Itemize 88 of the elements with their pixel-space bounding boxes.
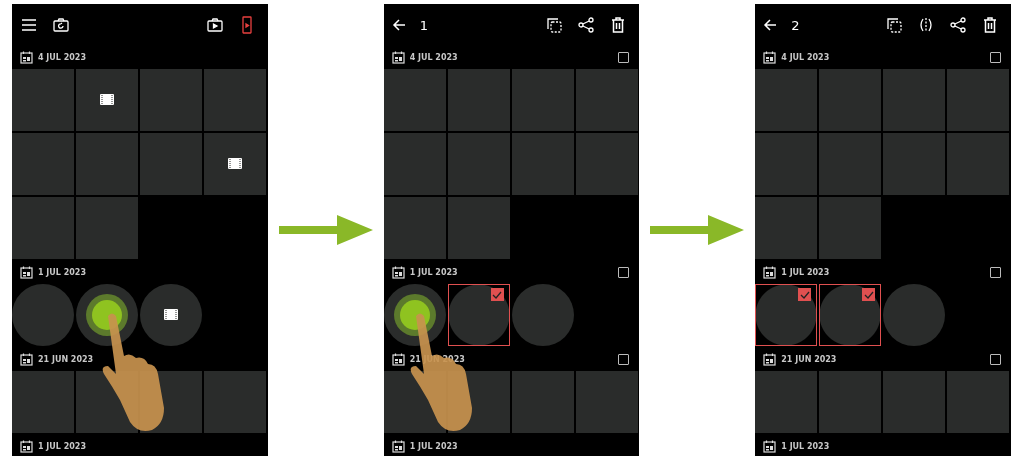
photo-thumbnail[interactable] — [755, 371, 818, 433]
video-camera-icon[interactable] — [205, 16, 224, 34]
photo-thumbnail[interactable] — [947, 69, 1010, 131]
calendar-icon — [763, 51, 777, 64]
date-label: 21 JUN 2023 — [38, 354, 94, 365]
photo-thumbnail[interactable] — [883, 371, 946, 433]
calendar-icon — [763, 440, 777, 453]
calendar-icon — [391, 440, 405, 453]
circular-thumbnail[interactable] — [755, 284, 818, 346]
date-label: 1 JUL 2023 — [781, 441, 830, 452]
calendar-icon — [391, 266, 405, 279]
circular-thumbnail[interactable] — [447, 284, 510, 346]
date-label: 1 JUL 2023 — [409, 441, 458, 452]
photo-thumbnail[interactable] — [511, 69, 574, 131]
share-icon[interactable] — [949, 16, 968, 34]
back-icon[interactable] — [391, 19, 406, 31]
photo-thumbnail[interactable] — [383, 197, 446, 259]
arrow-icon — [650, 215, 745, 245]
check-badge — [798, 288, 812, 301]
photo-thumbnail[interactable] — [12, 69, 74, 131]
calendar-icon — [20, 266, 33, 279]
photo-thumbnail[interactable] — [819, 69, 882, 131]
photo-thumbnail[interactable] — [947, 371, 1010, 433]
calendar-icon — [391, 353, 405, 366]
circular-thumbnail[interactable] — [819, 284, 882, 346]
arrow-icon — [278, 215, 373, 245]
photo-thumbnail[interactable] — [883, 133, 946, 195]
photo-thumbnail[interactable] — [755, 197, 818, 259]
photo-thumbnail[interactable] — [947, 133, 1010, 195]
section-checkbox[interactable] — [618, 354, 630, 365]
photo-thumbnail[interactable] — [447, 69, 510, 131]
photo-thumbnail[interactable] — [76, 133, 138, 195]
calendar-icon — [20, 353, 33, 366]
photo-thumbnail[interactable] — [204, 371, 266, 433]
photo-thumbnail[interactable] — [883, 69, 946, 131]
photo-thumbnail[interactable] — [575, 133, 638, 195]
date-label: 4 JUL 2023 — [409, 52, 458, 63]
photo-thumbnail[interactable] — [383, 69, 446, 131]
photo-thumbnail[interactable] — [12, 371, 74, 433]
photo-thumbnail[interactable] — [447, 133, 510, 195]
calendar-icon — [763, 266, 777, 279]
section-checkbox[interactable] — [618, 267, 630, 278]
photo-thumbnail[interactable] — [575, 69, 638, 131]
photo-thumbnail[interactable] — [511, 133, 574, 195]
photo-thumbnail[interactable] — [383, 133, 446, 195]
photo-thumbnail[interactable] — [819, 371, 882, 433]
photo-thumbnail[interactable] — [755, 133, 818, 195]
photo-thumbnail[interactable] — [204, 69, 266, 131]
photo-thumbnail[interactable] — [140, 133, 202, 195]
camera-switch-icon[interactable] — [52, 16, 70, 34]
section-checkbox[interactable] — [618, 52, 630, 63]
section-checkbox[interactable] — [990, 267, 1002, 278]
photo-thumbnail[interactable] — [12, 133, 74, 195]
section-checkbox[interactable] — [990, 52, 1002, 63]
calendar-icon — [20, 440, 33, 453]
photo-thumbnail[interactable] — [76, 197, 138, 259]
calendar-icon — [391, 51, 405, 64]
photo-thumbnail[interactable] — [755, 69, 818, 131]
date-label: 1 JUL 2023 — [781, 267, 830, 278]
video-icon — [228, 158, 242, 169]
photo-thumbnail[interactable] — [12, 197, 74, 259]
date-label: 21 JUN 2023 — [781, 354, 837, 365]
photo-thumbnail[interactable] — [140, 69, 202, 131]
photo-thumbnail[interactable] — [76, 69, 138, 131]
share-icon[interactable] — [577, 16, 596, 34]
photo-thumbnail[interactable] — [511, 371, 574, 433]
date-label: 1 JUL 2023 — [38, 441, 86, 452]
date-label: 4 JUL 2023 — [38, 52, 86, 63]
date-label: 4 JUL 2023 — [781, 52, 830, 63]
selection-count: 1 — [419, 17, 428, 33]
video-icon — [100, 94, 114, 105]
section-checkbox[interactable] — [990, 354, 1002, 365]
photo-thumbnail[interactable] — [819, 133, 882, 195]
back-icon[interactable] — [763, 19, 778, 31]
photo-thumbnail[interactable] — [204, 133, 266, 195]
photo-thumbnail[interactable] — [819, 197, 882, 259]
check-badge — [862, 288, 876, 301]
date-label: 1 JUL 2023 — [38, 267, 86, 278]
date-label: 1 JUL 2023 — [409, 267, 458, 278]
select-all-icon[interactable] — [885, 16, 904, 34]
photo-thumbnail[interactable] — [575, 371, 638, 433]
menu-icon[interactable] — [20, 16, 38, 34]
selection-count: 2 — [791, 17, 800, 33]
video-icon — [164, 309, 178, 320]
select-all-icon[interactable] — [545, 16, 564, 34]
photo-thumbnail[interactable] — [447, 197, 510, 259]
calendar-icon — [763, 353, 777, 366]
calendar-icon — [20, 51, 33, 64]
